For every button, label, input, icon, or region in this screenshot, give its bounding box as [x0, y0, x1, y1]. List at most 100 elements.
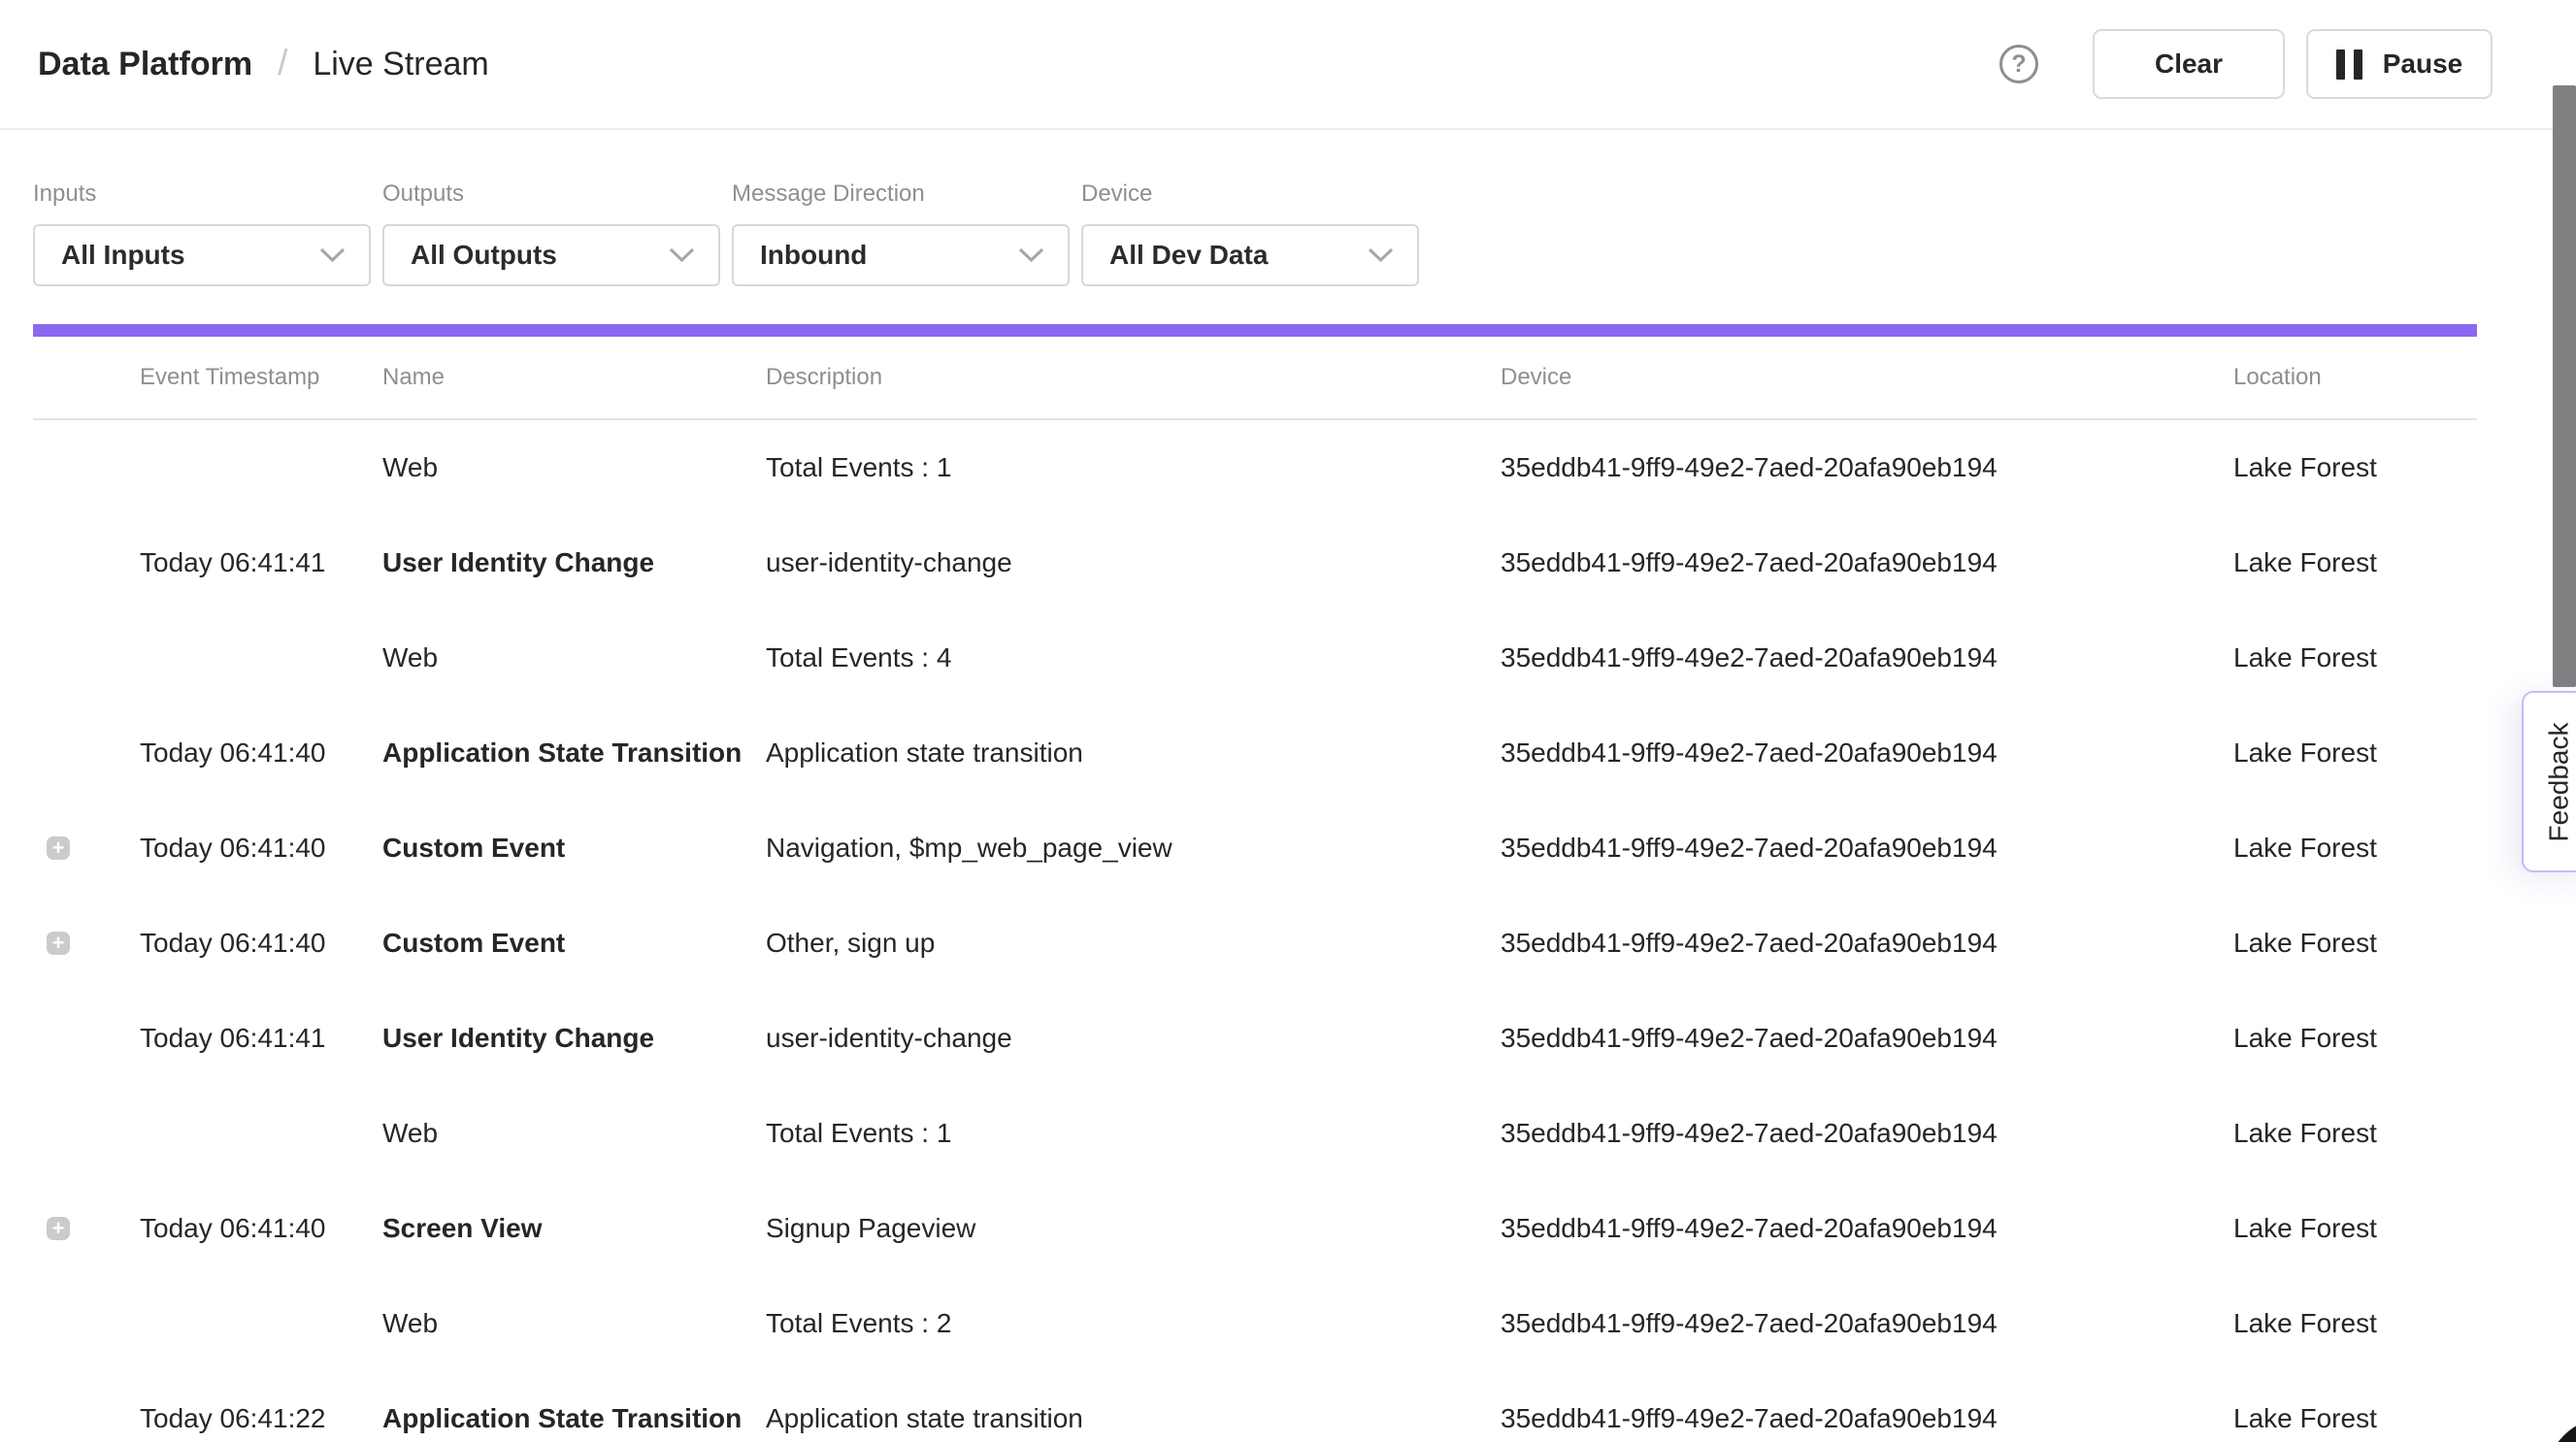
- table-row[interactable]: + Web Total Events : 4 35eddb41-9ff9-49e…: [33, 610, 2477, 705]
- breadcrumb: Data Platform / Live Stream: [38, 44, 489, 84]
- table-row[interactable]: + Today 06:41:40 Screen View Signup Page…: [33, 1181, 2477, 1276]
- chevron-down-icon: [1018, 247, 1044, 263]
- event-table-body: + Web Total Events : 1 35eddb41-9ff9-49e…: [33, 420, 2477, 1442]
- expand-cell: +: [33, 1217, 140, 1240]
- timestamp-cell: Today 06:41:41: [140, 1023, 382, 1054]
- chevron-down-icon: [1368, 247, 1394, 263]
- description-cell: Other, sign up: [766, 928, 1501, 959]
- filter-select-device[interactable]: All Dev Data: [1081, 224, 1419, 286]
- description-cell: Application state transition: [766, 737, 1501, 769]
- device-cell: 35eddb41-9ff9-49e2-7aed-20afa90eb194: [1501, 1023, 2233, 1054]
- column-header-description: Description: [766, 364, 1501, 391]
- expand-button[interactable]: +: [47, 932, 70, 955]
- location-cell: Lake Forest: [2233, 1023, 2477, 1054]
- device-cell: 35eddb41-9ff9-49e2-7aed-20afa90eb194: [1501, 547, 2233, 578]
- chevron-down-icon: [669, 247, 695, 263]
- table-row[interactable]: + Today 06:41:40 Custom Event Other, sig…: [33, 896, 2477, 991]
- column-header-location: Location: [2233, 364, 2477, 391]
- filter-select-outputs[interactable]: All Outputs: [382, 224, 720, 286]
- filter-bar: Inputs All Inputs Outputs All Outputs Me…: [0, 130, 2576, 286]
- expand-cell: +: [33, 1122, 140, 1145]
- device-cell: 35eddb41-9ff9-49e2-7aed-20afa90eb194: [1501, 833, 2233, 864]
- column-header-event-timestamp: Event Timestamp: [140, 364, 382, 391]
- description-cell: Total Events : 1: [766, 1118, 1501, 1149]
- feedback-tab[interactable]: Feedback: [2522, 691, 2576, 872]
- pause-icon: [2336, 49, 2362, 80]
- timestamp-cell: Today 06:41:22: [140, 1403, 382, 1434]
- device-cell: 35eddb41-9ff9-49e2-7aed-20afa90eb194: [1501, 1213, 2233, 1244]
- expand-cell: +: [33, 551, 140, 574]
- top-bar: Data Platform / Live Stream ? Clear Paus…: [0, 0, 2576, 130]
- clear-button[interactable]: Clear: [2093, 29, 2285, 99]
- device-cell: 35eddb41-9ff9-49e2-7aed-20afa90eb194: [1501, 642, 2233, 673]
- filter-select-message-direction[interactable]: Inbound: [732, 224, 1070, 286]
- name-cell: Custom Event: [382, 928, 766, 959]
- device-cell: 35eddb41-9ff9-49e2-7aed-20afa90eb194: [1501, 1118, 2233, 1149]
- name-cell: User Identity Change: [382, 1023, 766, 1054]
- chat-bubble-icon[interactable]: [2545, 1417, 2576, 1442]
- filter-label-message-direction: Message Direction: [732, 180, 1070, 208]
- name-cell: Web: [382, 1118, 766, 1149]
- timestamp-cell: Today 06:41:40: [140, 928, 382, 959]
- table-row[interactable]: + Today 06:41:41 User Identity Change us…: [33, 515, 2477, 610]
- filter-value-outputs: All Outputs: [411, 240, 557, 271]
- device-cell: 35eddb41-9ff9-49e2-7aed-20afa90eb194: [1501, 928, 2233, 959]
- location-cell: Lake Forest: [2233, 452, 2477, 483]
- location-cell: Lake Forest: [2233, 547, 2477, 578]
- location-cell: Lake Forest: [2233, 1403, 2477, 1434]
- filter-value-message-direction: Inbound: [760, 240, 867, 271]
- description-cell: Total Events : 4: [766, 642, 1501, 673]
- table-row[interactable]: + Today 06:41:41 User Identity Change us…: [33, 991, 2477, 1086]
- chevron-down-icon: [319, 247, 346, 263]
- device-cell: 35eddb41-9ff9-49e2-7aed-20afa90eb194: [1501, 737, 2233, 769]
- filter-group-message-direction: Message Direction Inbound: [732, 180, 1070, 286]
- filter-group-outputs: Outputs All Outputs: [382, 180, 720, 286]
- location-cell: Lake Forest: [2233, 642, 2477, 673]
- name-cell: Application State Transition: [382, 1403, 766, 1434]
- breadcrumb-page: Live Stream: [313, 46, 488, 83]
- location-cell: Lake Forest: [2233, 833, 2477, 864]
- description-cell: Total Events : 1: [766, 452, 1501, 483]
- expand-button[interactable]: +: [47, 836, 70, 860]
- table-header: Event Timestamp Name Description Device …: [33, 337, 2477, 420]
- table-row[interactable]: + Today 06:41:40 Custom Event Navigation…: [33, 801, 2477, 896]
- scrollbar-thumb[interactable]: [2553, 85, 2576, 687]
- timestamp-cell: Today 06:41:40: [140, 737, 382, 769]
- location-cell: Lake Forest: [2233, 1213, 2477, 1244]
- expand-cell: +: [33, 456, 140, 479]
- table-row[interactable]: + Web Total Events : 1 35eddb41-9ff9-49e…: [33, 1086, 2477, 1181]
- table-row[interactable]: + Web Total Events : 2 35eddb41-9ff9-49e…: [33, 1276, 2477, 1371]
- name-cell: Web: [382, 1308, 766, 1339]
- timestamp-cell: Today 06:41:40: [140, 1213, 382, 1244]
- help-icon[interactable]: ?: [1999, 45, 2038, 83]
- name-cell: Web: [382, 452, 766, 483]
- description-cell: user-identity-change: [766, 547, 1501, 578]
- description-cell: Signup Pageview: [766, 1213, 1501, 1244]
- filter-group-inputs: Inputs All Inputs: [33, 180, 371, 286]
- expand-button[interactable]: +: [47, 1217, 70, 1240]
- table-row[interactable]: + Today 06:41:22 Application State Trans…: [33, 1371, 2477, 1442]
- expand-cell: +: [33, 646, 140, 670]
- top-actions: ? Clear Pause: [1999, 29, 2493, 99]
- table-row[interactable]: + Web Total Events : 1 35eddb41-9ff9-49e…: [33, 420, 2477, 515]
- table-row[interactable]: + Today 06:41:40 Application State Trans…: [33, 705, 2477, 801]
- timestamp-cell: Today 06:41:41: [140, 547, 382, 578]
- pause-button[interactable]: Pause: [2306, 29, 2493, 99]
- name-cell: Custom Event: [382, 833, 766, 864]
- device-cell: 35eddb41-9ff9-49e2-7aed-20afa90eb194: [1501, 1403, 2233, 1434]
- column-header-name: Name: [382, 364, 766, 391]
- location-cell: Lake Forest: [2233, 1118, 2477, 1149]
- filter-select-inputs[interactable]: All Inputs: [33, 224, 371, 286]
- column-header-device: Device: [1501, 364, 2233, 391]
- breadcrumb-section[interactable]: Data Platform: [38, 46, 252, 83]
- expand-cell: +: [33, 1312, 140, 1335]
- expand-cell: +: [33, 1027, 140, 1050]
- accent-divider: [33, 324, 2477, 337]
- filter-label-device: Device: [1081, 180, 1419, 208]
- location-cell: Lake Forest: [2233, 1308, 2477, 1339]
- breadcrumb-separator: /: [278, 43, 287, 83]
- filter-group-device: Device All Dev Data: [1081, 180, 1419, 286]
- expand-cell: +: [33, 1407, 140, 1430]
- feedback-tab-label: Feedback: [2543, 722, 2574, 841]
- name-cell: Web: [382, 642, 766, 673]
